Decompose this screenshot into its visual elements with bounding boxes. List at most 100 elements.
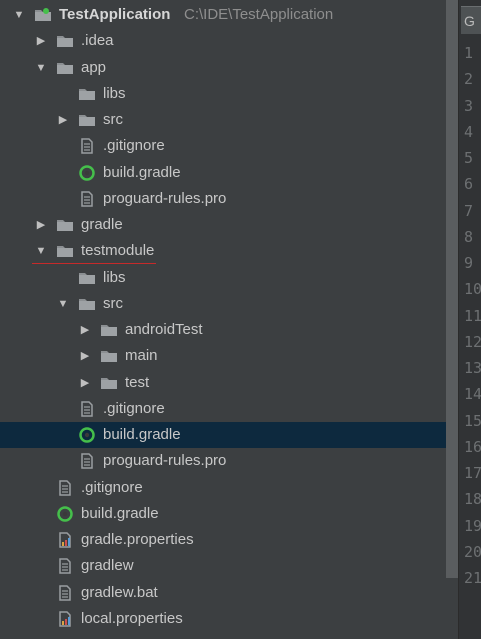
chevron-down-icon[interactable]: ▼ [34,238,48,264]
tree-row[interactable]: ▶ test [0,370,458,396]
tree-item-label: proguard-rules.pro [103,452,227,470]
tree-row[interactable]: gradlew [0,553,458,579]
line-number: 21 [464,569,481,587]
tree-item-label: .gitignore [103,137,165,155]
chevron-down-icon[interactable]: ▼ [12,2,26,28]
folder-icon [56,32,74,50]
line-number: 1 [464,44,474,62]
line-number: 3 [464,96,474,115]
tree-item-label: build.gradle [81,504,159,522]
chevron-down-icon[interactable]: ▼ [56,291,70,317]
gradle-icon [56,505,74,523]
tree-row[interactable]: .gitignore [0,396,458,422]
tree-item-label: app [81,58,107,76]
chevron-right-icon[interactable]: ▶ [56,107,70,133]
chevron-right-icon[interactable]: ▶ [78,370,92,396]
tree-row[interactable]: libs [0,81,458,107]
line-number: 17 [464,464,481,482]
text-file-icon [78,137,96,155]
tree-row[interactable]: ▶ .idea [0,28,458,54]
tree-row[interactable]: gradlew.bat [0,580,458,606]
tree-item-label: libs [103,84,126,102]
tree-row[interactable]: proguard-rules.pro [0,448,458,474]
text-file-icon [78,400,96,418]
text-file-icon [56,584,74,602]
tree-row[interactable]: ▶ src [0,107,458,133]
text-file-icon [78,190,96,208]
folder-icon [78,295,96,313]
chevron-right-icon[interactable]: ▶ [34,28,48,54]
project-tree[interactable]: ▼ TestApplication C:\IDE\TestApplication ▶.… [0,0,458,639]
line-number: 8 [464,227,474,246]
tree-row[interactable]: ▼ src [0,291,458,317]
line-number: 6 [464,175,474,194]
gradle-icon [78,426,96,444]
line-number: 15 [464,411,481,430]
tree-row[interactable]: ▼ app [0,55,458,81]
line-number: 12 [464,332,481,351]
text-file-icon [56,479,74,497]
tree-item-label: test [125,373,150,391]
line-number: 13 [464,359,481,377]
project-folder-icon [34,6,52,24]
tree-item-label: libs [103,268,126,286]
tree-row[interactable]: .gitignore [0,475,458,501]
tree-row[interactable]: ▶ gradle [0,212,458,238]
tree-item-label: gradlew [81,557,134,575]
properties-file-icon [56,531,74,549]
line-number: 10 [464,280,481,299]
tree-scrollbar[interactable] [446,0,458,578]
tree-item-label: gradlew.bat [81,583,158,601]
tree-row[interactable]: libs [0,265,458,291]
tree-item-label: build.gradle [103,163,181,181]
folder-icon [100,321,118,339]
text-file-icon [56,557,74,575]
editor-tab[interactable]: G [461,6,481,34]
tree-item-label: local.properties [81,609,183,627]
tree-row[interactable]: build.gradle [0,160,458,186]
line-number: 7 [464,201,474,220]
tree-row[interactable]: .gitignore [0,133,458,159]
tree-item-label: src [103,111,123,128]
line-number: 19 [464,516,481,535]
tree-row[interactable]: proguard-rules.pro [0,186,458,212]
tree-item-label: gradle [81,216,123,233]
text-file-icon [78,452,96,470]
tree-row[interactable]: ▼ testmodule [0,238,458,264]
folder-icon [56,242,74,260]
tree-row[interactable]: gradle.properties [0,527,458,553]
tree-item-label: testmodule [81,242,155,260]
properties-file-icon [56,610,74,628]
line-number: 9 [464,254,474,272]
editor-gutter: G 1 2 3 4 5 6 7 8 9 10 11 12 13 14 15 16 17 18 19 20 21 [458,0,481,639]
line-number: 11 [464,306,481,325]
line-number: 16 [464,437,481,456]
tree-item-label: .gitignore [103,399,165,417]
tree-item-label: main [125,347,158,365]
tree-row[interactable]: ▼ TestApplication C:\IDE\TestApplication [0,2,458,28]
tree-item-label: TestApplication [59,6,171,23]
line-number: 2 [464,70,474,89]
line-number: 5 [464,149,474,167]
chevron-down-icon[interactable]: ▼ [34,55,48,81]
tree-item-label: .gitignore [81,478,143,496]
folder-icon [100,374,118,392]
line-number: 4 [464,122,474,141]
gradle-icon [78,164,96,182]
tree-row[interactable]: local.properties [0,606,458,632]
chevron-right-icon[interactable]: ▶ [34,212,48,238]
folder-icon [78,111,96,129]
folder-icon [56,216,74,234]
tree-item-label: proguard-rules.pro [103,189,227,207]
tree-row[interactable]: ▶ main [0,343,458,369]
tree-row[interactable]: ▶ androidTest [0,317,458,343]
tree-item-label: androidTest [125,321,203,338]
project-path: C:\IDE\TestApplication [184,6,334,23]
tree-row[interactable]: build.gradle [0,501,458,527]
chevron-right-icon[interactable]: ▶ [78,343,92,369]
line-number: 18 [464,490,481,509]
tree-row[interactable]: build.gradle [0,422,458,448]
line-number: 20 [464,542,481,561]
line-number: 14 [464,385,481,404]
chevron-right-icon[interactable]: ▶ [78,317,92,343]
